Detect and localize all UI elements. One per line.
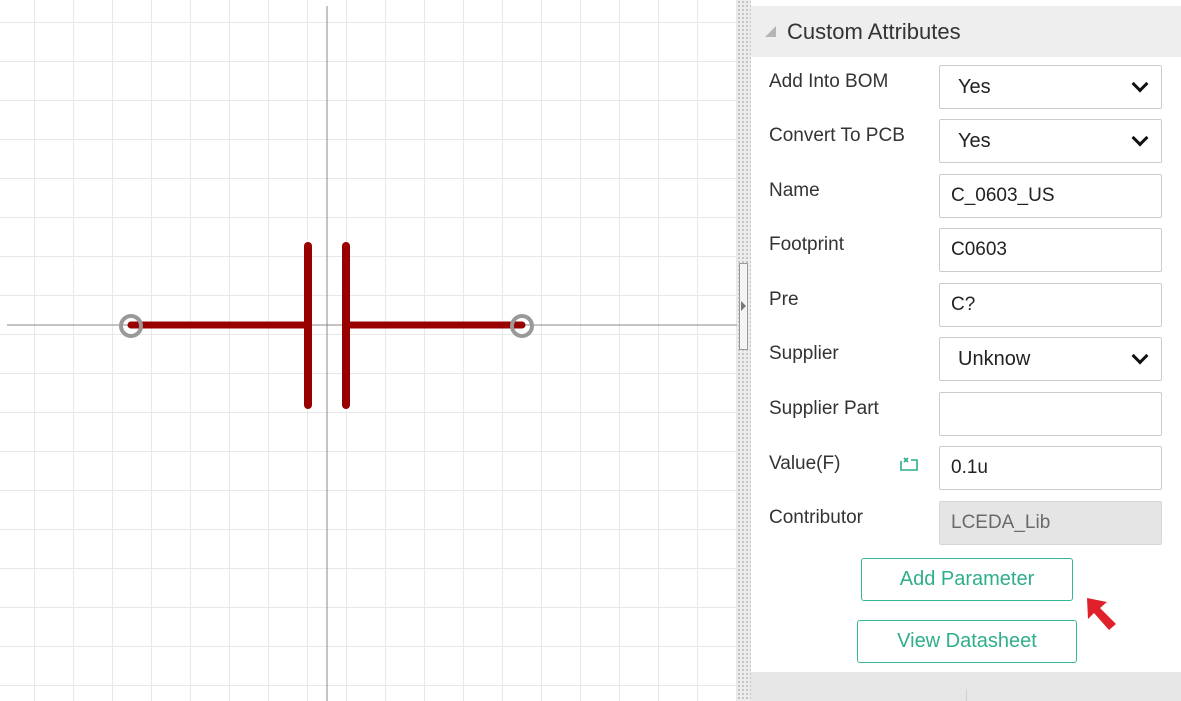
bottom-divider (966, 689, 967, 701)
expression-edit-icon[interactable] (897, 456, 919, 472)
supplier-select[interactable]: Unknow (939, 337, 1162, 381)
mouse-pointer-icon (1087, 598, 1116, 630)
collapse-arrow-icon (741, 301, 746, 311)
value-label: Value(F) (769, 453, 841, 474)
name-label: Name (769, 180, 820, 201)
footprint-input[interactable] (939, 228, 1162, 272)
panel-bottom-bar (751, 672, 1181, 701)
contributor-label: Contributor (769, 507, 863, 528)
supplier-label: Supplier (769, 343, 839, 364)
view-datasheet-button[interactable]: View Datasheet (857, 620, 1077, 663)
panel-header[interactable]: Custom Attributes (751, 6, 1181, 57)
add-into-bom-label: Add Into BOM (769, 71, 889, 92)
pre-label: Pre (769, 289, 799, 310)
footprint-label: Footprint (769, 234, 844, 255)
collapse-handle[interactable] (739, 263, 748, 350)
supplier-part-input[interactable] (939, 392, 1162, 436)
name-input[interactable] (939, 174, 1162, 218)
value-input[interactable] (939, 446, 1162, 490)
convert-to-pcb-label: Convert To PCB (769, 125, 905, 146)
attributes-panel: Custom Attributes Add Into BOM Yes Conve… (751, 0, 1181, 701)
panel-splitter[interactable] (737, 0, 751, 701)
convert-to-pcb-select[interactable]: Yes (939, 119, 1162, 163)
supplier-part-label: Supplier Part (769, 398, 879, 419)
pre-input[interactable] (939, 283, 1162, 327)
contributor-input (939, 501, 1162, 545)
add-parameter-button[interactable]: Add Parameter (861, 558, 1073, 601)
add-into-bom-select[interactable]: Yes (939, 65, 1162, 109)
section-collapse-icon[interactable] (765, 26, 776, 37)
capacitor-drawing (7, 6, 737, 701)
schematic-canvas[interactable] (0, 0, 737, 701)
panel-title: Custom Attributes (787, 19, 961, 44)
